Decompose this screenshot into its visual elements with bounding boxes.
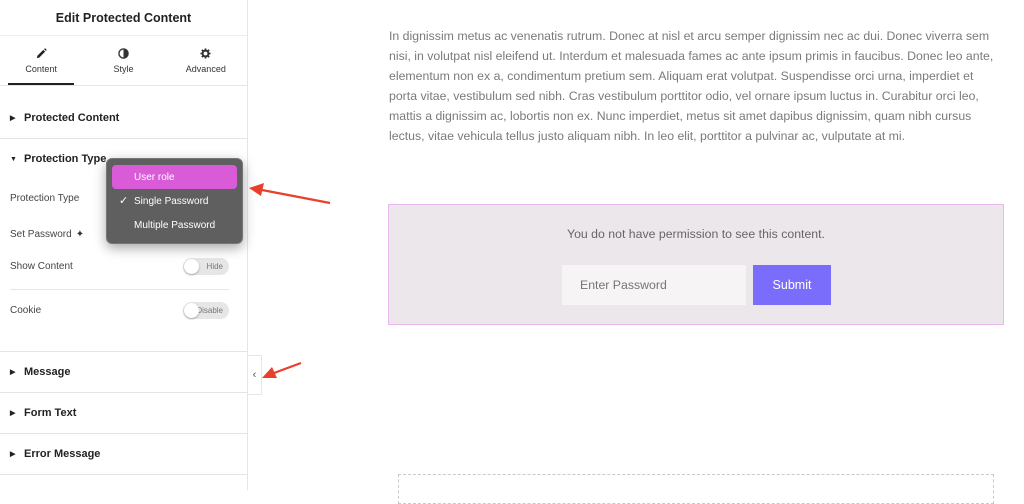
tab-content-label: Content xyxy=(25,64,57,74)
empty-drop-area[interactable] xyxy=(398,474,994,504)
protection-type-label: Protection Type xyxy=(10,193,79,204)
pencil-icon xyxy=(36,48,47,59)
toggle-knob xyxy=(184,259,199,274)
cookie-row: Cookie Disable xyxy=(0,290,247,330)
cookie-toggle[interactable]: Disable xyxy=(183,302,229,319)
preview-canvas: In dignissim metus ac venenatis rutrum. … xyxy=(249,0,1024,490)
toggle-text: Hide xyxy=(207,262,223,271)
toggle-knob xyxy=(184,303,199,318)
cookie-label: Cookie xyxy=(10,305,41,316)
section-label: Error Message xyxy=(24,448,100,460)
tab-advanced[interactable]: Advanced xyxy=(165,36,247,85)
option-label: User role xyxy=(134,172,175,183)
section-label: Form Text xyxy=(24,407,76,419)
section-form-text[interactable]: ▶ Form Text xyxy=(0,393,247,434)
dropdown-option-multiple-password[interactable]: Multiple Password xyxy=(112,213,237,237)
panel-title: Edit Protected Content xyxy=(0,0,247,36)
tab-advanced-label: Advanced xyxy=(186,64,226,74)
caret-right-icon: ▶ xyxy=(10,450,16,458)
panel-tabs: Content Style Advanced xyxy=(0,36,247,86)
show-content-row: Show Content Hide xyxy=(0,251,247,281)
contrast-icon xyxy=(118,48,129,59)
editor-panel: Edit Protected Content Content Style Adv… xyxy=(0,0,248,490)
section-error-message[interactable]: ▶ Error Message xyxy=(0,434,247,475)
submit-button[interactable]: Submit xyxy=(753,265,831,305)
set-password-label: Set Password xyxy=(10,229,72,240)
tab-content[interactable]: Content xyxy=(0,36,82,85)
section-protected-content[interactable]: ▶ Protected Content xyxy=(0,98,247,139)
section-message[interactable]: ▶ Message xyxy=(0,352,247,393)
protection-type-dropdown[interactable]: User role ✓ Single Password Multiple Pas… xyxy=(106,158,243,244)
caret-right-icon: ▶ xyxy=(10,409,16,417)
permission-message: You do not have permission to see this c… xyxy=(389,227,1003,241)
option-label: Multiple Password xyxy=(134,220,215,231)
show-content-label: Show Content xyxy=(10,261,73,272)
section-label: Protection Type xyxy=(24,153,106,165)
show-content-toggle[interactable]: Hide xyxy=(183,258,229,275)
section-label: Protected Content xyxy=(24,112,119,124)
dropdown-option-user-role[interactable]: User role xyxy=(112,165,237,189)
dropdown-option-single-password[interactable]: ✓ Single Password xyxy=(112,189,237,213)
tab-style-label: Style xyxy=(113,64,133,74)
toggle-text: Disable xyxy=(196,306,223,315)
caret-down-icon: ▼ xyxy=(10,156,16,163)
caret-right-icon: ▶ xyxy=(10,368,16,376)
section-label: Message xyxy=(24,366,70,378)
gear-icon xyxy=(200,48,211,59)
checkmark-icon: ✓ xyxy=(119,194,128,207)
ai-sparkle-icon[interactable]: ✦ xyxy=(76,229,84,240)
protected-content-box: You do not have permission to see this c… xyxy=(388,204,1004,325)
tab-style[interactable]: Style xyxy=(82,36,164,85)
caret-right-icon: ▶ xyxy=(10,114,16,122)
body-paragraph: In dignissim metus ac venenatis rutrum. … xyxy=(389,26,1004,146)
password-input[interactable] xyxy=(562,265,746,305)
option-label: Single Password xyxy=(134,196,208,207)
